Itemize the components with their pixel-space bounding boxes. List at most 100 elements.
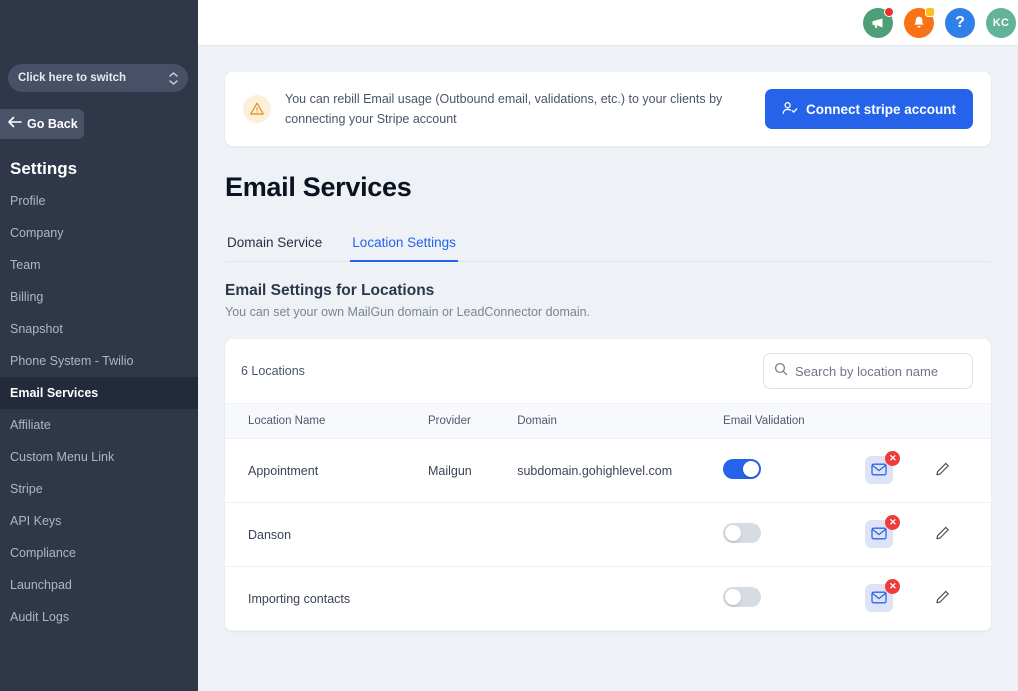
- location-switcher[interactable]: Click here to switch: [8, 64, 188, 92]
- megaphone-icon[interactable]: [863, 6, 894, 38]
- app-root: Click here to switch Go Back Settings Pr…: [0, 0, 1018, 691]
- pencil-icon[interactable]: [934, 461, 951, 481]
- main-area: ? KC You can rebill Email usage (Outboun…: [198, 0, 1018, 691]
- sidebar-item-label: Email Services: [10, 386, 99, 400]
- locations-table-head: Location Name Provider Domain Email Vali…: [225, 403, 991, 439]
- sidebar-item-stripe[interactable]: Stripe: [0, 473, 198, 505]
- sidebar-item-label: Billing: [10, 290, 44, 304]
- sidebar: Click here to switch Go Back Settings Pr…: [0, 0, 198, 691]
- rebill-banner: You can rebill Email usage (Outbound ema…: [225, 72, 991, 146]
- sidebar-section-title: Settings: [10, 159, 78, 178]
- column-header-location-name[interactable]: Location Name: [225, 403, 428, 439]
- search-icon: [774, 362, 788, 381]
- sidebar-item-team[interactable]: Team: [0, 249, 198, 281]
- pencil-icon[interactable]: [934, 589, 951, 609]
- sidebar-item-billing[interactable]: Billing: [0, 281, 198, 313]
- sidebar-item-label: Affiliate: [10, 418, 51, 432]
- mail-verify-icon[interactable]: ✕: [865, 578, 901, 614]
- toggle-knob: [725, 525, 742, 541]
- column-header-provider[interactable]: Provider: [427, 403, 518, 439]
- section-subtitle: You can set your own MailGun domain or L…: [225, 305, 591, 319]
- sidebar-item-affiliate[interactable]: Affiliate: [0, 409, 198, 441]
- sidebar-item-label: Audit Logs: [10, 610, 70, 624]
- cell-email-validation: [723, 502, 866, 567]
- tab-location-settings[interactable]: Location Settings: [350, 235, 458, 262]
- toggle-knob: [743, 461, 760, 477]
- sidebar-item-launchpad[interactable]: Launchpad: [0, 569, 198, 601]
- tab-domain-service[interactable]: Domain Service: [225, 235, 324, 262]
- sidebar-item-label: Stripe: [10, 482, 43, 496]
- sidebar-item-label: Profile: [10, 194, 46, 208]
- cell-location-name: Appointment: [225, 438, 428, 503]
- chevron-updown-icon: [169, 71, 178, 85]
- column-header-domain[interactable]: Domain: [517, 403, 724, 439]
- page-title: Email Services: [225, 172, 412, 202]
- mail-error-badge: ✕: [885, 450, 901, 466]
- sidebar-item-audit-logs[interactable]: Audit Logs: [0, 601, 198, 633]
- sidebar-item-api-keys[interactable]: API Keys: [0, 505, 198, 537]
- mail-verify-icon[interactable]: ✕: [865, 450, 901, 486]
- bell-icon[interactable]: [904, 6, 935, 38]
- cell-mail-action: ✕: [865, 438, 935, 503]
- cell-provider: Mailgun: [427, 438, 518, 503]
- sidebar-item-label: Team: [10, 258, 41, 272]
- table-row: Danson ✕: [225, 502, 991, 567]
- mail-error-badge: ✕: [885, 514, 901, 530]
- sidebar-item-compliance[interactable]: Compliance: [0, 537, 198, 569]
- sidebar-item-label: Company: [10, 226, 64, 240]
- avatar[interactable]: KC: [986, 7, 1016, 38]
- search-input[interactable]: [795, 363, 962, 379]
- sidebar-item-label: Launchpad: [10, 578, 72, 592]
- search-box[interactable]: [763, 353, 973, 389]
- mail-verify-icon[interactable]: ✕: [865, 514, 901, 550]
- tab-bar: Domain Service Location Settings: [225, 234, 991, 262]
- top-bar: ? KC: [198, 0, 1018, 46]
- cell-mail-action: ✕: [865, 566, 935, 631]
- user-check-icon: [782, 101, 798, 118]
- cell-mail-action: ✕: [865, 502, 935, 567]
- locations-table: Location Name Provider Domain Email Vali…: [225, 403, 991, 631]
- locations-count: 6 Locations: [241, 364, 305, 378]
- locations-table-body: Appointment Mailgun subdomain.gohighleve…: [225, 438, 991, 631]
- table-row: Appointment Mailgun subdomain.gohighleve…: [225, 438, 991, 503]
- locations-card: 6 Locations Locati: [225, 339, 991, 631]
- content-scroll-region: You can rebill Email usage (Outbound ema…: [198, 46, 1018, 691]
- sidebar-item-company[interactable]: Company: [0, 217, 198, 249]
- warning-triangle-icon: [243, 95, 271, 123]
- cell-location-name: Danson: [225, 502, 428, 567]
- locations-card-header: 6 Locations: [225, 339, 991, 403]
- sidebar-item-label: Snapshot: [10, 322, 63, 336]
- help-icon[interactable]: ?: [945, 7, 975, 38]
- pencil-icon[interactable]: [934, 525, 951, 545]
- email-validation-toggle[interactable]: [723, 587, 762, 607]
- sidebar-item-profile[interactable]: Profile: [0, 185, 198, 217]
- sidebar-item-snapshot[interactable]: Snapshot: [0, 313, 198, 345]
- sidebar-item-custom-menu[interactable]: Custom Menu Link: [0, 441, 198, 473]
- connect-stripe-account-label: Connect stripe account: [805, 101, 956, 117]
- table-header-row: Location Name Provider Domain Email Vali…: [225, 403, 991, 439]
- cell-edit-action: [934, 502, 991, 567]
- cell-provider: [427, 502, 518, 567]
- go-back-label: Go Back: [27, 117, 78, 131]
- sidebar-item-phone-system[interactable]: Phone System - Twilio: [0, 345, 198, 377]
- go-back-button[interactable]: Go Back: [0, 109, 84, 139]
- email-validation-toggle[interactable]: [723, 459, 762, 479]
- avatar-initials: KC: [992, 16, 1010, 29]
- sidebar-item-label: API Keys: [10, 514, 62, 528]
- cell-email-validation: [723, 566, 866, 631]
- location-switcher-label: Click here to switch: [18, 72, 127, 84]
- cell-email-validation: [723, 438, 866, 503]
- column-header-email-validation[interactable]: Email Validation: [723, 403, 866, 439]
- sidebar-item-label: Phone System - Twilio: [10, 354, 134, 368]
- cell-domain: [517, 502, 724, 567]
- cell-edit-action: [934, 438, 991, 503]
- connect-stripe-account-button[interactable]: Connect stripe account: [764, 89, 973, 129]
- arrow-left-icon: [8, 115, 22, 133]
- tab-label: Location Settings: [352, 235, 456, 250]
- cell-location-name: Importing contacts: [225, 566, 428, 631]
- toggle-knob: [725, 589, 742, 605]
- email-validation-toggle[interactable]: [723, 523, 762, 543]
- sidebar-item-email-services[interactable]: Email Services: [0, 377, 198, 409]
- sidebar-item-label: Compliance: [10, 546, 77, 560]
- cell-domain: [517, 566, 724, 631]
